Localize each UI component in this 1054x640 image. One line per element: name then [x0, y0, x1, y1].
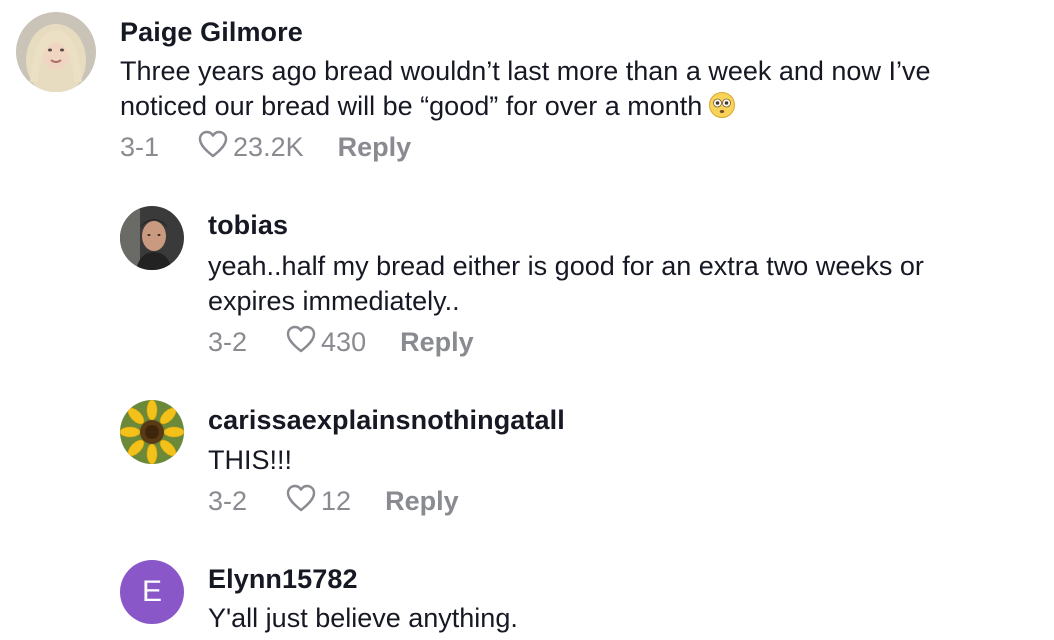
comment-meta: 3-1 23.2K Reply — [120, 130, 411, 164]
comment-text-line-1: yeah..half my bread either is good for a… — [208, 251, 924, 281]
like-button[interactable]: 430 — [285, 324, 366, 361]
comment-elynn: E Elynn15782 Y'all just believe anything… — [0, 0, 1054, 633]
reply-button[interactable]: Reply — [400, 327, 474, 358]
like-count: 23.2K — [233, 131, 304, 162]
heart-outline-icon — [285, 324, 321, 361]
comment-text-line-1: Y'all just believe anything. — [208, 603, 518, 633]
avatar[interactable] — [120, 206, 184, 270]
username[interactable]: carissaexplainsnothingatall — [208, 405, 565, 436]
comment-text-line-2: noticed our bread will be “good” for ove… — [120, 89, 736, 128]
avatar[interactable]: E — [120, 560, 184, 624]
username[interactable]: Elynn15782 — [208, 564, 358, 595]
comment-meta: 3-2 12 Reply — [208, 484, 459, 518]
comment-date: 3-2 — [208, 485, 248, 516]
reply-button[interactable]: Reply — [385, 486, 459, 517]
like-button[interactable]: 23.2K — [197, 129, 304, 166]
like-button[interactable]: 12 — [285, 483, 351, 520]
comment-date: 3-2 — [208, 326, 248, 357]
avatar[interactable] — [16, 12, 96, 92]
flushed-face-emoji-icon — [708, 91, 736, 128]
comment-meta: 3-2 430 Reply — [208, 325, 474, 359]
heart-outline-icon — [285, 483, 321, 520]
comment-paige-gilmore: Paige Gilmore Three years ago bread woul… — [0, 0, 1054, 180]
avatar[interactable] — [120, 400, 184, 464]
reply-button[interactable]: Reply — [338, 132, 412, 163]
username[interactable]: tobias — [208, 210, 288, 241]
comment-text-line-2: expires immediately.. — [208, 286, 460, 316]
comment-text-line-1: Three years ago bread wouldn’t last more… — [120, 56, 931, 86]
avatar-initial: E — [141, 575, 162, 608]
comment-text-line-1: THIS!!! — [208, 445, 293, 475]
heart-outline-icon — [197, 129, 233, 166]
comment-date: 3-1 — [120, 131, 160, 162]
username[interactable]: Paige Gilmore — [120, 17, 303, 48]
like-count: 12 — [321, 485, 352, 516]
like-count: 430 — [321, 326, 367, 357]
comment-text-line-2-content: noticed our bread will be “good” for ove… — [120, 91, 703, 121]
